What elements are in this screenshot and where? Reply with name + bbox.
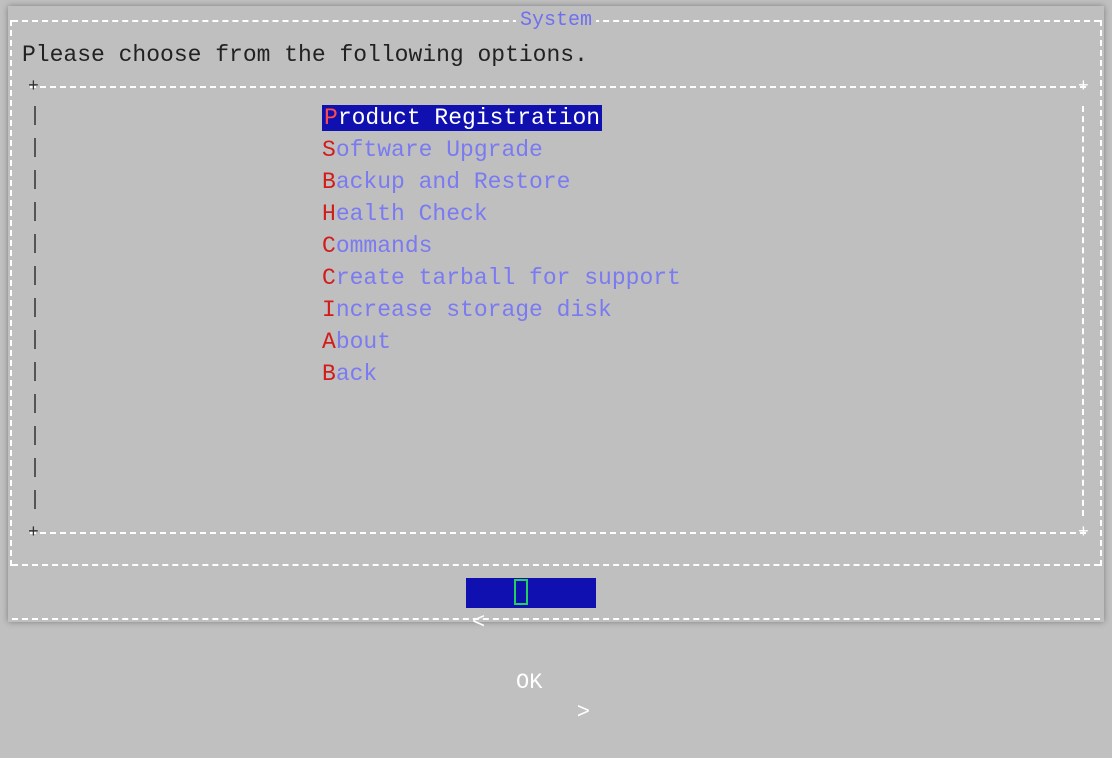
options-menu: Product Registration Software Upgrade Back… [322, 102, 681, 390]
menu-box-corner-bottom-right: + [1078, 523, 1089, 543]
menu-item-label: ealth Check [335, 201, 488, 227]
menu-item-text: Commands [322, 233, 432, 259]
ok-right-bracket: > [576, 700, 590, 725]
ok-label: OK [516, 670, 543, 695]
ok-left-bracket: < [472, 610, 486, 635]
menu-item-hotkey: S [322, 137, 336, 163]
menu-item-text: Create tarball for support [322, 265, 681, 291]
menu-box-top-border [30, 86, 1086, 88]
menu-box-corner-bottom-left: + [28, 523, 39, 543]
menu-item[interactable]: About [322, 326, 681, 358]
menu-item-label: ack [335, 361, 378, 387]
dialog-bottom-border [12, 618, 1100, 620]
menu-item-label: reate tarball for support [335, 265, 681, 291]
menu-item-hotkey: B [322, 169, 336, 195]
menu-item-label: bout [335, 329, 392, 355]
menu-item[interactable]: Software Upgrade [322, 134, 681, 166]
menu-item-hotkey: H [322, 201, 336, 227]
menu-item-hotkey: C [322, 265, 336, 291]
menu-item[interactable]: Create tarball for support [322, 262, 681, 294]
menu-item-text: Product Registration [322, 105, 603, 131]
menu-item[interactable]: Increase storage disk [322, 294, 681, 326]
menu-box-right-border [1082, 106, 1088, 516]
system-dialog: System Please choose from the following … [8, 6, 1104, 725]
menu-item-text: Backup and Restore [322, 169, 570, 195]
menu-item-label: oftware Upgrade [335, 137, 543, 163]
menu-box-corner-top-right: + [1078, 77, 1089, 97]
ok-button[interactable]: < OK > [466, 578, 596, 725]
menu-item-hotkey: I [322, 297, 336, 323]
menu-item-hotkey: A [322, 329, 336, 355]
dialog-button-separator [12, 564, 1100, 566]
menu-item-label: ackup and Restore [335, 169, 571, 195]
menu-item-label: ommands [335, 233, 433, 259]
menu-item-label: ncrease storage disk [335, 297, 612, 323]
menu-item[interactable]: Back [322, 358, 681, 390]
dialog-title: System [8, 9, 1104, 32]
menu-item-text: Software Upgrade [322, 137, 543, 163]
menu-item-label: roduct Registration [337, 105, 601, 131]
dialog-left-border [10, 20, 12, 566]
menu-box-left-border [32, 106, 40, 522]
menu-box-bottom-border [30, 532, 1086, 534]
menu-item-hotkey: P [324, 105, 338, 131]
menu-item[interactable]: Health Check [322, 198, 681, 230]
menu-item-hotkey: B [322, 361, 336, 387]
dialog-right-border [1100, 20, 1102, 566]
menu-item[interactable]: Commands [322, 230, 681, 262]
menu-item[interactable]: Product Registration [322, 102, 681, 134]
menu-item-text: Health Check [322, 201, 488, 227]
menu-item-text: About [322, 329, 391, 355]
menu-item-text: Back [322, 361, 377, 387]
menu-item-text: Increase storage disk [322, 297, 612, 323]
menu-box-corner-top-left: + [28, 77, 39, 97]
dialog-prompt: Please choose from the following options… [22, 42, 588, 68]
menu-item-hotkey: C [322, 233, 336, 259]
cursor-highlight [514, 579, 528, 605]
menu-item[interactable]: Backup and Restore [322, 166, 681, 198]
dialog-title-text: System [515, 9, 596, 32]
